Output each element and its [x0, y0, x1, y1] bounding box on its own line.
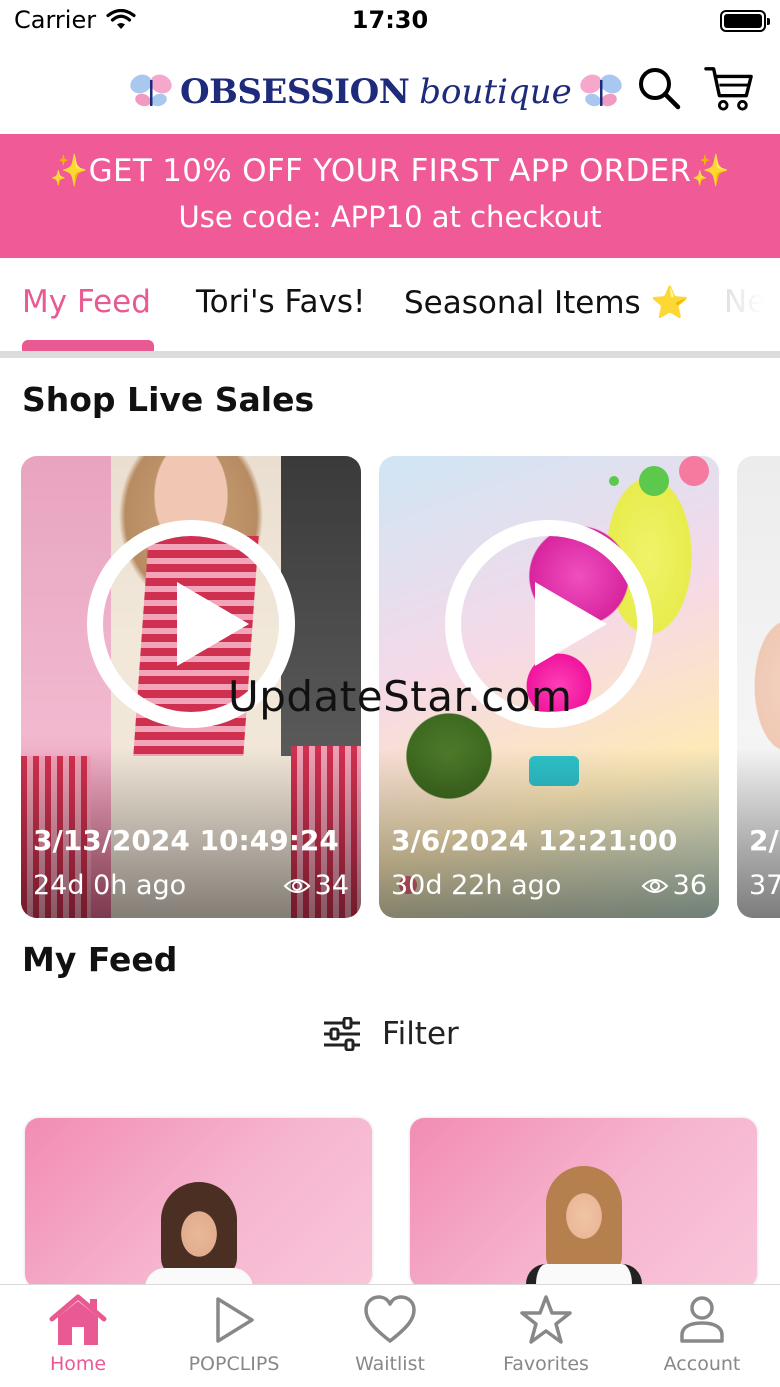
- active-tab-indicator: [22, 340, 154, 351]
- cart-icon: [704, 67, 753, 111]
- tab-toris-favs[interactable]: Tori's Favs!: [196, 284, 365, 320]
- filter-button[interactable]: Filter: [322, 1016, 459, 1052]
- nav-waitlist-label: Waitlist: [355, 1353, 425, 1375]
- watermark: UpdateStar.com: [228, 672, 573, 721]
- live-sale-age: 30d 22h ago: [391, 870, 562, 901]
- bottom-nav: Home POPCLIPS Waitlist Favorites Account: [0, 1284, 780, 1387]
- live-sale-views: 34: [283, 870, 349, 901]
- logo-script-text: boutique: [419, 72, 572, 112]
- heart-icon: [364, 1295, 416, 1343]
- search-icon: [639, 68, 681, 110]
- nav-waitlist[interactable]: Waitlist: [312, 1293, 468, 1375]
- play-icon: [535, 582, 607, 666]
- home-icon: [49, 1294, 107, 1345]
- play-icon: [177, 582, 249, 666]
- views-count: 36: [672, 870, 707, 901]
- filter-icon: [324, 1017, 360, 1051]
- live-sale-age: 24d 0h ago: [33, 870, 187, 901]
- product-image: [546, 1166, 622, 1276]
- live-sales-title: Shop Live Sales: [22, 380, 315, 419]
- nav-favorites-label: Favorites: [503, 1353, 589, 1375]
- person-icon: [680, 1296, 724, 1343]
- live-sale-views: 36: [641, 870, 707, 901]
- promo-headline: ✨GET 10% OFF YOUR FIRST APP ORDER✨: [49, 153, 731, 189]
- tabs-fade: [700, 258, 780, 348]
- cart-button[interactable]: [704, 60, 754, 116]
- product-image: [161, 1182, 237, 1278]
- tab-seasonal-items[interactable]: Seasonal Items ⭐: [404, 284, 689, 321]
- header: OBSESSION boutique: [0, 44, 780, 134]
- promo-code-text: Use code: APP10 at checkout: [178, 200, 602, 234]
- nav-home-label: Home: [49, 1353, 107, 1375]
- search-button[interactable]: [634, 60, 684, 116]
- category-tabs: My Feed Tori's Favs! Seasonal Items ⭐ Ne: [0, 258, 780, 358]
- status-bar: Carrier 17:30: [0, 0, 780, 44]
- nav-popclips-label: POPCLIPS: [188, 1353, 280, 1375]
- filter-label: Filter: [382, 1016, 459, 1052]
- live-sale-date: 3/13/2024 10:49:24: [33, 824, 339, 857]
- nav-account-label: Account: [663, 1353, 741, 1375]
- live-sale-date: 2/2: [749, 824, 780, 857]
- battery-icon: [720, 10, 770, 32]
- clock: 17:30: [351, 6, 429, 34]
- live-sale-age: 37: [749, 870, 780, 901]
- play-icon: [216, 1297, 254, 1343]
- feed-title: My Feed: [22, 940, 178, 979]
- butterfly-right-icon: [580, 74, 622, 107]
- logo-main-text: OBSESSION: [180, 72, 410, 112]
- views-count: 34: [314, 870, 349, 901]
- live-sale-card[interactable]: 2/2 37: [737, 456, 780, 918]
- product-card[interactable]: [25, 1118, 372, 1288]
- nav-favorites[interactable]: Favorites: [468, 1293, 624, 1375]
- nav-home[interactable]: Home: [0, 1293, 156, 1375]
- logo[interactable]: OBSESSION boutique: [128, 62, 624, 122]
- star-icon: [520, 1295, 572, 1344]
- butterfly-left-icon: [130, 74, 172, 107]
- eye-icon: [641, 878, 669, 893]
- product-card[interactable]: [410, 1118, 757, 1288]
- promo-banner[interactable]: ✨GET 10% OFF YOUR FIRST APP ORDER✨ Use c…: [0, 134, 780, 258]
- eye-icon: [283, 878, 311, 893]
- tab-my-feed[interactable]: My Feed: [22, 284, 151, 320]
- live-sale-date: 3/6/2024 12:21:00: [391, 824, 678, 857]
- nav-popclips[interactable]: POPCLIPS: [156, 1293, 312, 1375]
- nav-account[interactable]: Account: [624, 1293, 780, 1375]
